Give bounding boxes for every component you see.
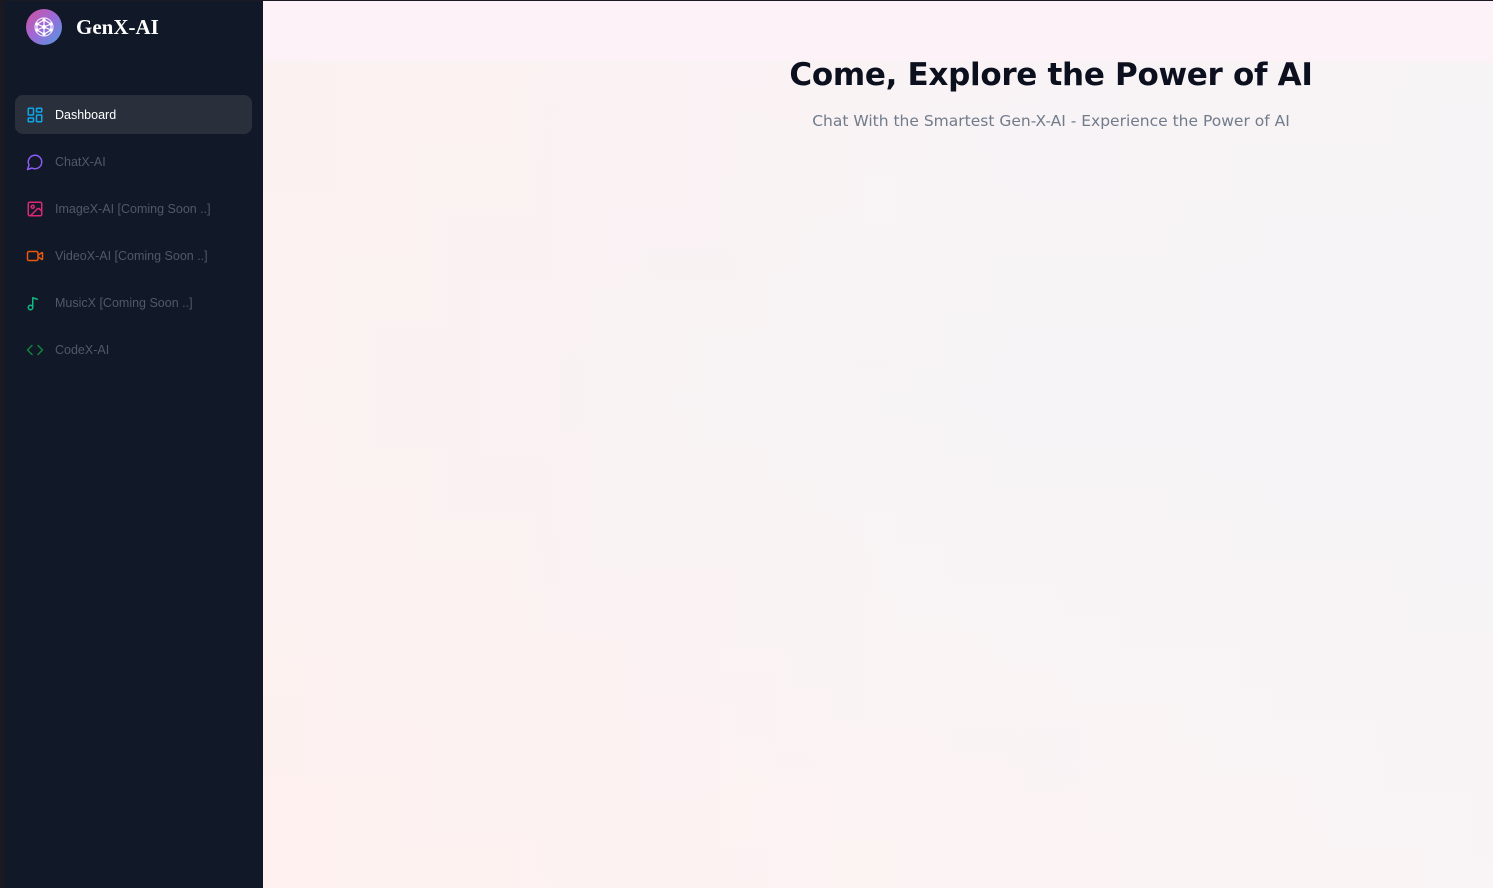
video-camera-icon	[26, 247, 44, 265]
main-content: Come, Explore the Power of AI Chat With …	[263, 1, 1493, 888]
sidebar-item-imagex-ai[interactable]: ImageX-AI [Coming Soon ..]	[15, 189, 252, 228]
app-name: GenX-AI	[76, 14, 159, 39]
image-icon	[26, 200, 44, 218]
sidebar-item-label: CodeX-AI	[55, 342, 110, 357]
sidebar-item-videox-ai[interactable]: VideoX-AI [Coming Soon ..]	[15, 236, 252, 275]
code-brackets-icon	[26, 341, 44, 359]
sidebar-nav: Dashboard ChatX-AI ImageX-AI [Coming Soo…	[15, 95, 252, 377]
page-subtitle: Chat With the Smartest Gen-X-AI - Experi…	[812, 112, 1290, 130]
sidebar-item-musicx[interactable]: MusicX [Coming Soon ..]	[15, 283, 252, 322]
sidebar-item-dashboard[interactable]: Dashboard	[15, 95, 252, 134]
page-title: Come, Explore the Power of AI	[789, 57, 1313, 93]
sidebar-item-label: Dashboard	[55, 107, 117, 122]
sidebar-item-chatx-ai[interactable]: ChatX-AI	[15, 142, 252, 181]
sidebar-item-label: ImageX-AI [Coming Soon ..]	[55, 201, 211, 216]
sidebar-item-codex-ai[interactable]: CodeX-AI	[15, 330, 252, 369]
sidebar-item-label: VideoX-AI [Coming Soon ..]	[55, 248, 208, 263]
music-note-icon	[26, 294, 44, 312]
brain-network-icon	[26, 9, 62, 45]
brand-link[interactable]: GenX-AI	[26, 8, 159, 46]
sidebar: GenX-AI Dashboard ChatX-AI ImageX-AI [Co…	[4, 1, 263, 888]
chat-bubble-icon	[26, 153, 44, 171]
dashboard-grid-icon	[26, 106, 44, 124]
sidebar-item-label: MusicX [Coming Soon ..]	[55, 295, 193, 310]
sidebar-item-label: ChatX-AI	[55, 154, 106, 169]
